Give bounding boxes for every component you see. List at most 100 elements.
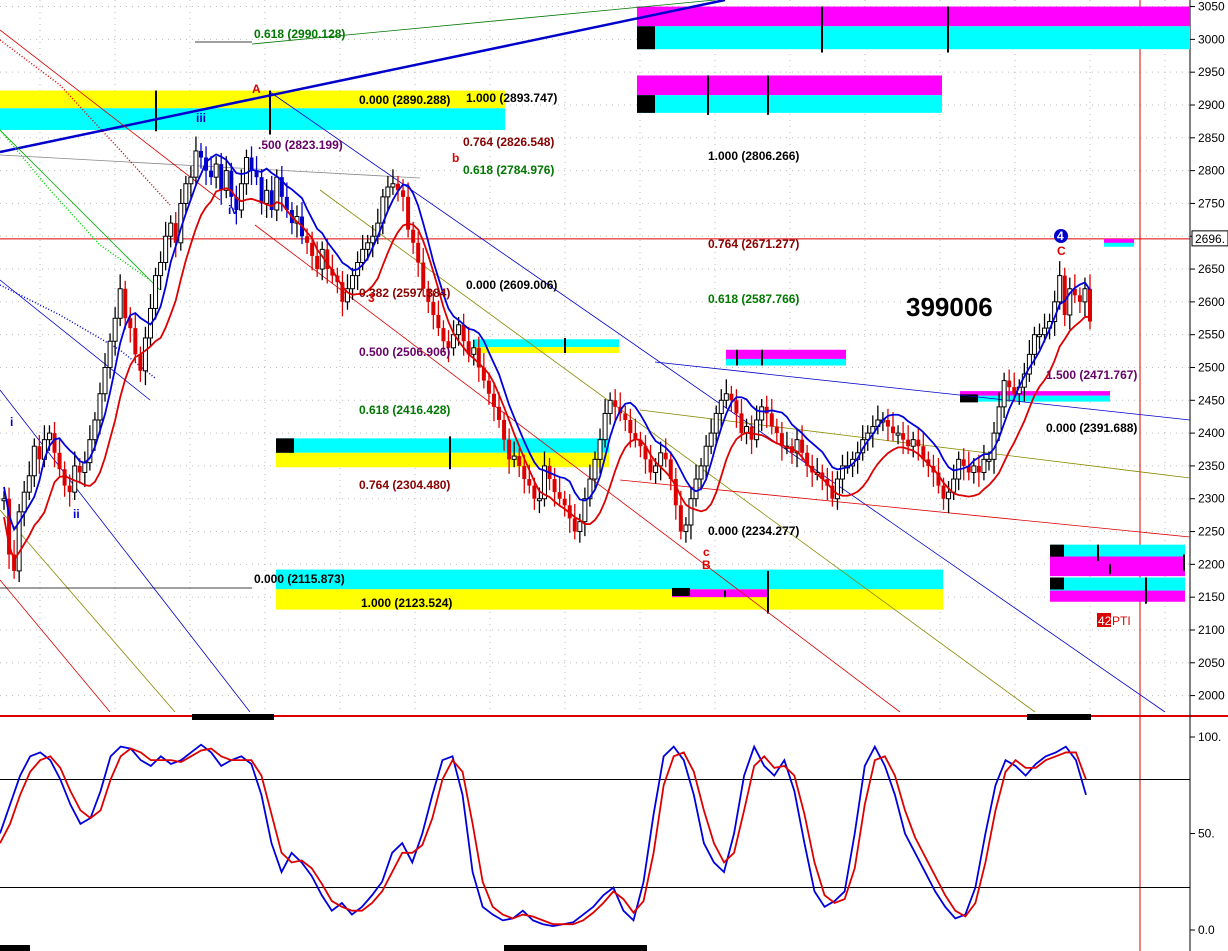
price-bar bbox=[517, 456, 522, 466]
price-bar bbox=[390, 183, 396, 188]
target-zone bbox=[473, 347, 619, 354]
price-bar bbox=[142, 337, 148, 372]
price-bar bbox=[193, 150, 199, 178]
price-bar bbox=[117, 288, 123, 319]
pti-text: PTI bbox=[1112, 614, 1131, 628]
price-bar bbox=[522, 465, 527, 480]
price-bar bbox=[774, 426, 779, 434]
price-bar bbox=[663, 452, 668, 460]
price-bar bbox=[976, 465, 981, 473]
price-bar bbox=[153, 275, 159, 309]
price-bar bbox=[1001, 380, 1007, 408]
price-bar bbox=[511, 455, 517, 460]
wave-label: C bbox=[1057, 244, 1066, 258]
price-bar bbox=[421, 262, 426, 289]
price-bar bbox=[259, 177, 264, 204]
wave-label: 4 bbox=[1057, 229, 1064, 243]
target-zone bbox=[0, 108, 505, 130]
price-tick-label: 2350 bbox=[1198, 459, 1225, 473]
price-bar bbox=[996, 406, 1002, 434]
price-bar bbox=[800, 439, 805, 453]
price-bar bbox=[264, 189, 270, 204]
price-bar bbox=[648, 459, 653, 473]
price-bar bbox=[491, 393, 496, 407]
fib-level-label: 0.618 (2416.428) bbox=[359, 403, 450, 417]
zone-marker bbox=[276, 438, 294, 453]
price-bar bbox=[274, 176, 280, 211]
scroll-marker bbox=[504, 945, 647, 951]
price-bar bbox=[981, 458, 987, 473]
target-zone bbox=[637, 26, 1190, 50]
oscillator-tick-label: 100. bbox=[1198, 730, 1221, 744]
price-bar bbox=[895, 432, 901, 436]
price-tick-label: 2200 bbox=[1198, 557, 1225, 571]
price-tick-label: 2400 bbox=[1198, 426, 1225, 440]
fib-level-label: 1.000 (2123.524) bbox=[361, 596, 452, 610]
wave-label: ii bbox=[73, 507, 80, 521]
price-bar bbox=[92, 419, 98, 441]
price-bar bbox=[628, 419, 633, 434]
pti-number: 42 bbox=[1098, 614, 1112, 628]
fib-level-label: .500 (2823.199) bbox=[258, 138, 343, 152]
fib-level-label: 0.000 (2609.006) bbox=[466, 278, 557, 292]
price-bar bbox=[597, 439, 603, 460]
fib-level-label: 0.618 (2990.128) bbox=[254, 27, 345, 41]
price-bar bbox=[370, 235, 376, 244]
price-bar bbox=[718, 399, 724, 414]
price-bar bbox=[1007, 380, 1012, 388]
wave-label: iv bbox=[228, 203, 238, 217]
price-bar bbox=[688, 498, 694, 526]
price-bar bbox=[764, 406, 769, 414]
price-bar bbox=[754, 419, 760, 441]
price-bar bbox=[577, 521, 583, 533]
fib-level-label: 0.500 (2506.906) bbox=[359, 345, 450, 359]
price-tick-label: 2950 bbox=[1198, 65, 1225, 79]
target-zone bbox=[726, 349, 846, 359]
price-bar bbox=[138, 354, 143, 371]
fib-level-label: 0.000 (2391.688) bbox=[1046, 421, 1137, 435]
price-tick-label: 2000 bbox=[1198, 689, 1225, 703]
fib-level-label: 1.000 (2893.747) bbox=[466, 91, 557, 105]
target-zone bbox=[726, 358, 846, 366]
price-tick-label: 2450 bbox=[1198, 393, 1225, 407]
price-bar bbox=[723, 393, 729, 401]
price-bar bbox=[365, 242, 371, 250]
price-bar bbox=[188, 176, 194, 185]
fib-level-label: 0.764 (2826.548) bbox=[463, 135, 554, 149]
price-bar bbox=[385, 186, 391, 198]
price-bar bbox=[213, 163, 219, 178]
target-zone bbox=[473, 339, 619, 348]
fib-level-label: 0.000 (2115.873) bbox=[254, 572, 345, 586]
price-bar bbox=[613, 400, 618, 407]
price-bar bbox=[249, 157, 254, 171]
price-bar bbox=[315, 255, 320, 270]
target-zone bbox=[637, 75, 942, 96]
wave-label: B bbox=[702, 558, 711, 572]
price-bar bbox=[1057, 275, 1063, 303]
oscillator-tick-label: 0.0 bbox=[1198, 923, 1215, 937]
wave-label: b bbox=[452, 151, 459, 165]
price-bar bbox=[46, 432, 52, 441]
price-bar bbox=[168, 222, 174, 237]
price-tick-label: 2850 bbox=[1198, 131, 1225, 145]
price-tick-label: 3000 bbox=[1198, 32, 1225, 46]
price-bar bbox=[486, 380, 491, 394]
price-bar bbox=[431, 301, 436, 315]
price-bar bbox=[759, 406, 765, 421]
price-tick-label: 2100 bbox=[1198, 623, 1225, 637]
price-bar bbox=[67, 485, 72, 493]
price-tick-label: 2050 bbox=[1198, 656, 1225, 670]
chart-root: 3050300029502900285028002750270026502600… bbox=[0, 0, 1228, 951]
price-bar bbox=[527, 479, 532, 486]
price-bar bbox=[885, 419, 890, 427]
price-tick-label: 2650 bbox=[1198, 262, 1225, 276]
price-bar bbox=[209, 170, 214, 178]
price-bar bbox=[238, 183, 244, 211]
price-tick-label: 2550 bbox=[1198, 328, 1225, 342]
price-tick-label: 3050 bbox=[1198, 0, 1225, 14]
price-bar bbox=[497, 406, 502, 420]
price-bar bbox=[123, 288, 128, 319]
price-bar bbox=[441, 328, 446, 342]
target-zone bbox=[1050, 577, 1185, 591]
scroll-marker bbox=[0, 945, 30, 951]
